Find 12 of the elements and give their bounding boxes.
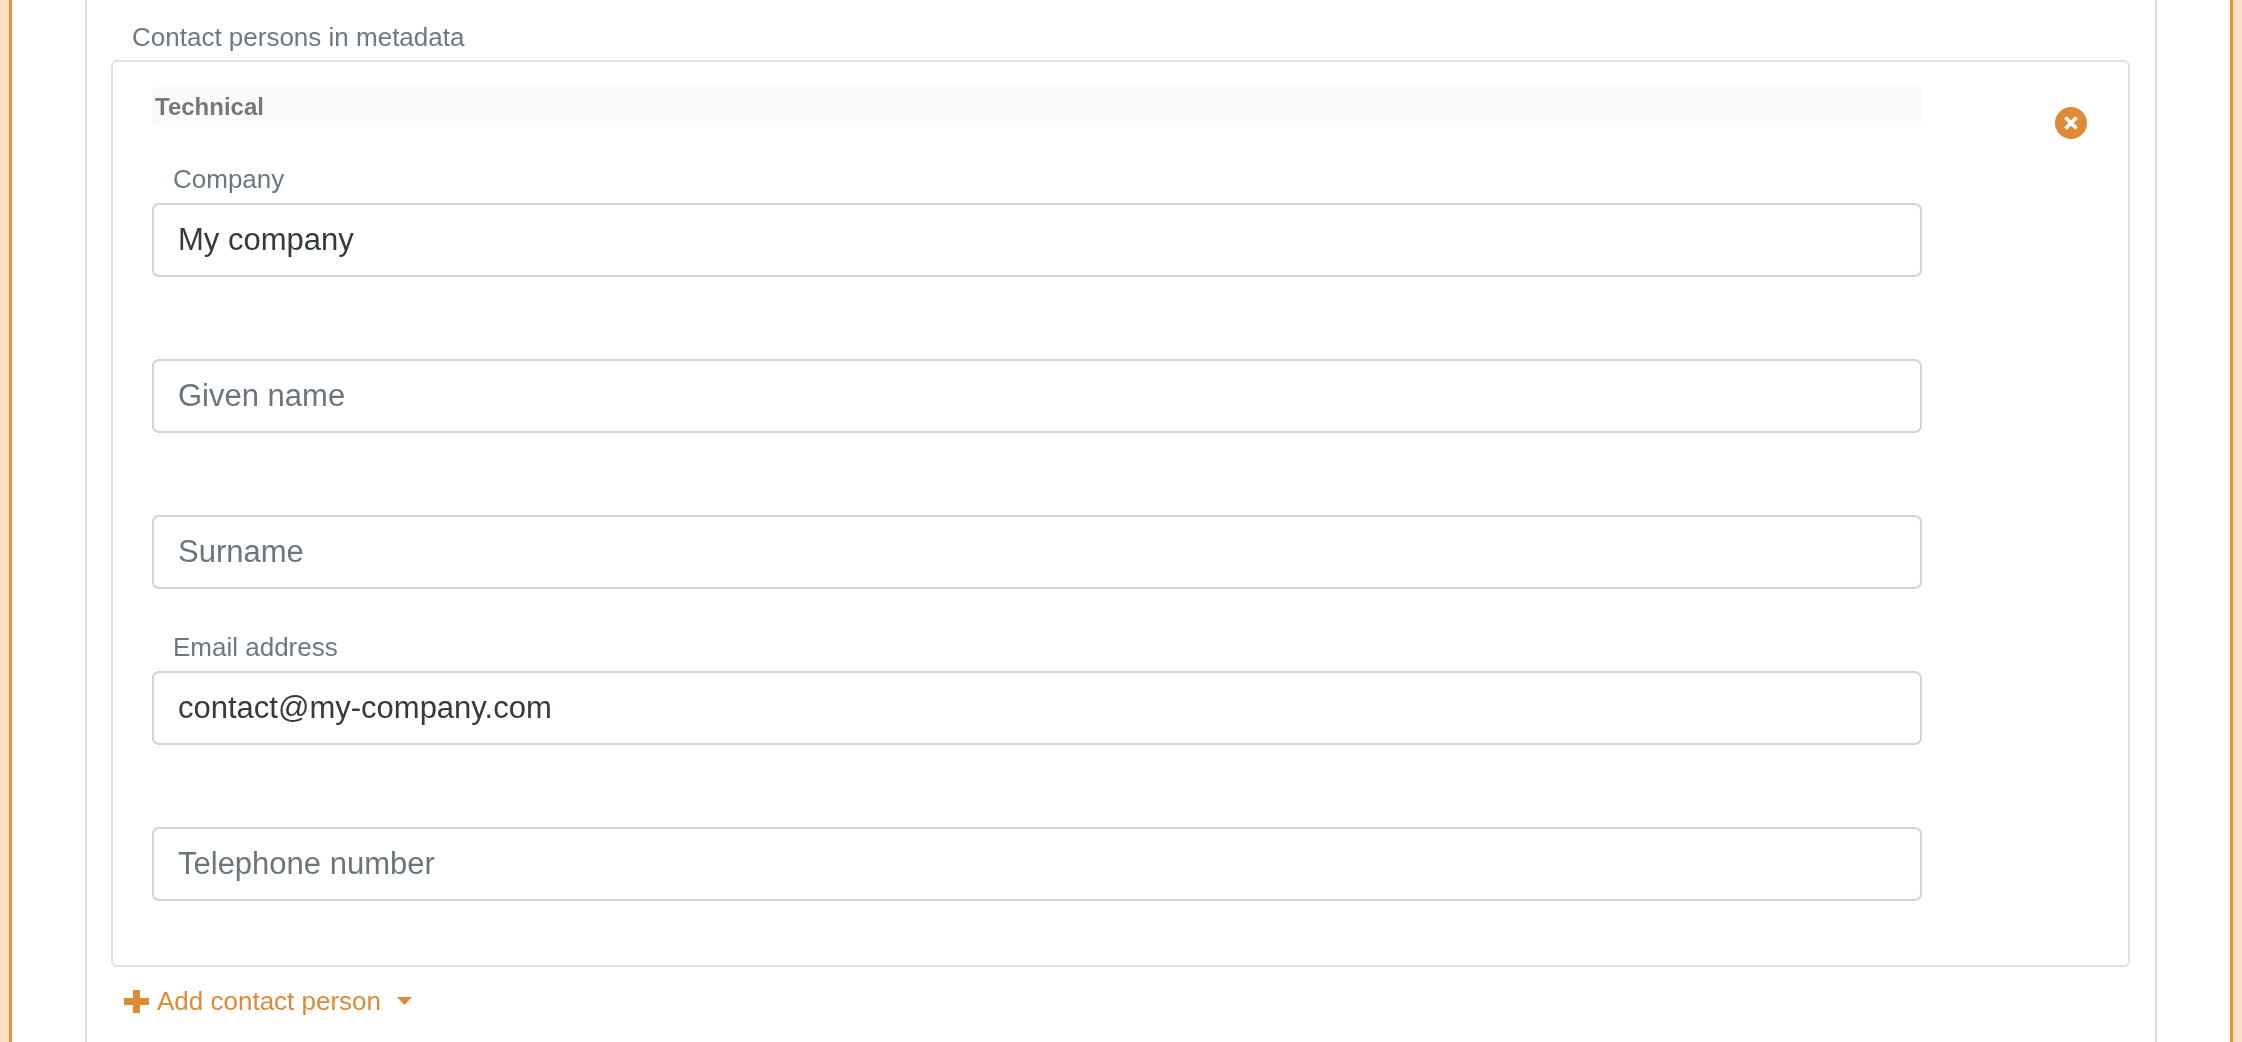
input-field[interactable]: Surname [152, 515, 1922, 589]
input-field[interactable]: Given name [152, 359, 1922, 433]
field-label: Email address [172, 632, 338, 662]
contact-type-header: Technical [152, 86, 1922, 127]
plus-icon [124, 989, 149, 1013]
section-title: Contact persons in metadata [131, 22, 465, 52]
field-label: Company [172, 164, 285, 194]
caret-icon [397, 997, 413, 1005]
input-field[interactable]: My company [152, 203, 1922, 277]
input-field[interactable]: contact@my-company.com [152, 671, 1922, 745]
close-icon[interactable] [2055, 107, 2087, 139]
input-field[interactable]: Telephone number [152, 827, 1922, 901]
